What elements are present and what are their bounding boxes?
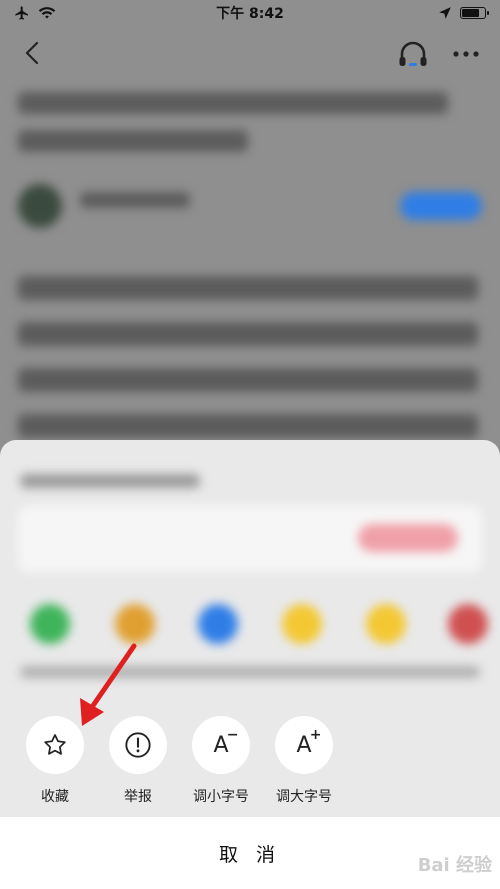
- blurred-title-line: [18, 92, 448, 114]
- blurred-share-target: [366, 604, 406, 644]
- font-decrease-button[interactable]: A − 调小字号: [186, 716, 256, 806]
- blurred-share-target: [115, 604, 155, 644]
- cancel-label: 取 消: [218, 843, 282, 866]
- airplane-icon: [15, 6, 28, 20]
- status-time: 下午 8:42: [216, 6, 284, 22]
- report-icon: [125, 732, 151, 758]
- chevron-left-icon[interactable]: [18, 38, 48, 68]
- blurred-share-labels: [20, 666, 480, 678]
- blurred-share-area: [0, 440, 500, 700]
- blurred-share-target: [448, 604, 488, 644]
- location-arrow-icon: [439, 7, 451, 19]
- favorite-circle[interactable]: [26, 716, 84, 774]
- battery-fill: [462, 9, 479, 17]
- blurred-article: [0, 80, 500, 450]
- blurred-share-target: [198, 604, 238, 644]
- blurred-sheet-header: [20, 474, 200, 488]
- status-right: [438, 6, 489, 20]
- blurred-author: [80, 192, 190, 208]
- headphone-icon[interactable]: [396, 38, 430, 72]
- blurred-text-line: [18, 322, 478, 346]
- font-increase-label: 调大字号: [276, 789, 332, 805]
- blurred-text-line: [18, 368, 478, 392]
- blurred-text-line: [18, 276, 478, 300]
- blurred-title-line: [18, 130, 248, 152]
- more-dots-icon[interactable]: [448, 42, 484, 66]
- font-increase-icon: A +: [296, 727, 321, 758]
- font-increase-mod: +: [309, 726, 322, 743]
- favorite-button[interactable]: 收藏: [20, 716, 90, 806]
- battery-icon: [460, 7, 489, 19]
- font-increase-circle[interactable]: A +: [275, 716, 333, 774]
- star-icon: [44, 734, 66, 755]
- blurred-share-target: [282, 604, 322, 644]
- font-decrease-icon: A −: [213, 727, 238, 758]
- blurred-share-target: [30, 604, 70, 644]
- font-increase-button[interactable]: A + 调大字号: [269, 716, 339, 806]
- wifi-icon: [38, 7, 56, 19]
- report-label: 举报: [124, 789, 152, 805]
- font-decrease-circle[interactable]: A −: [192, 716, 250, 774]
- blurred-pill: [358, 524, 458, 552]
- blurred-text-line: [18, 414, 478, 438]
- action-row: 收藏 举报 A − 调小字号 A + 调大字号: [0, 716, 500, 816]
- status-bar: 下午 8:42: [0, 0, 500, 26]
- report-circle[interactable]: [109, 716, 167, 774]
- status-left: [14, 5, 56, 21]
- blurred-follow-button: [400, 192, 482, 220]
- watermark: Bai 经验: [417, 855, 492, 876]
- top-nav: [0, 34, 500, 74]
- font-decrease-label: 调小字号: [193, 789, 249, 805]
- font-decrease-mod: −: [226, 726, 239, 743]
- report-button[interactable]: 举报: [103, 716, 173, 806]
- blurred-avatar: [18, 184, 62, 228]
- favorite-label: 收藏: [41, 789, 69, 805]
